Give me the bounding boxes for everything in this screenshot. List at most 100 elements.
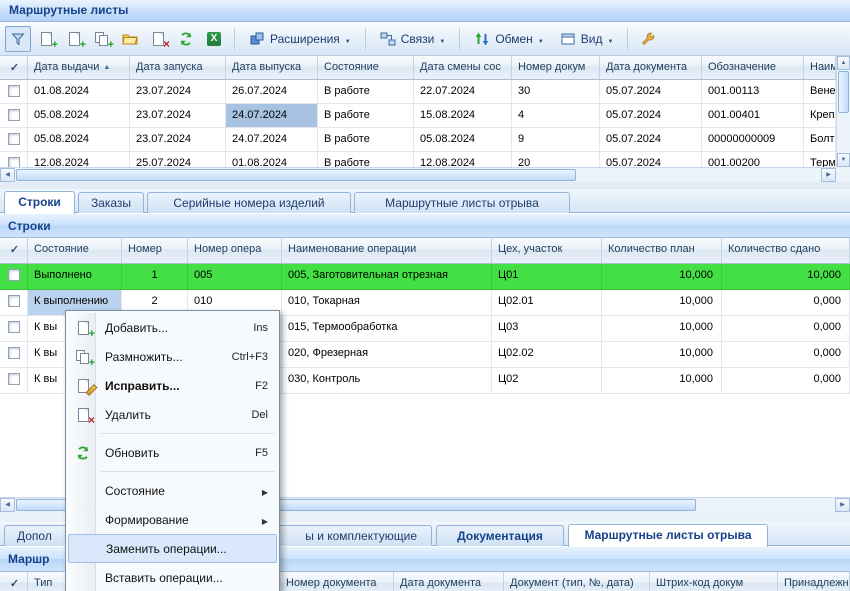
row-checkbox[interactable] [8,133,20,145]
column-header-doc-date[interactable]: Дата документа [600,56,702,80]
extensions-icon [249,31,265,47]
scroll-down-icon[interactable] [837,153,850,167]
menu-separator [101,433,274,434]
open-document-button[interactable] [117,26,143,52]
row-checkbox[interactable] [8,295,20,307]
filter-button[interactable] [5,26,31,52]
column-header-launch-date[interactable]: Дата запуска [130,56,226,80]
edit-document-icon [75,378,91,394]
add-document-icon [38,31,54,47]
exchange-menu-button[interactable]: Обмен [467,27,550,51]
tab-lines[interactable]: Строки [4,191,75,214]
view-icon [560,31,576,47]
column-header-belonging[interactable]: Принадлежн [778,572,850,591]
menu-item-delete[interactable]: Удалить Del [68,400,277,429]
selected-cell[interactable]: 24.07.2024 [226,104,318,128]
view-menu-label: Вид [581,32,603,46]
sort-asc-icon [99,61,110,73]
scroll-left-icon[interactable] [0,168,15,182]
links-menu-button[interactable]: Связи [373,27,453,51]
add-document-icon [75,320,91,336]
column-header-designation[interactable]: Обозначение [702,56,804,80]
check-column-header[interactable] [0,238,28,264]
tab-tear-off-route-sheets-bottom[interactable]: Маршрутные листы отрыва [568,524,768,547]
table-row-done[interactable]: Выполнено 1 005 005, Заготовительная отр… [0,264,850,290]
column-header-operation-number[interactable]: Номер опера [188,238,282,264]
extensions-menu-button[interactable]: Расширения [242,27,358,51]
row-checkbox[interactable] [8,321,20,333]
column-header-state[interactable]: Состояние [318,56,414,80]
menu-item-insert-operations[interactable]: Вставить операции... [68,563,277,591]
menu-item-edit[interactable]: Исправить... F2 [68,371,277,400]
column-header-operation-name[interactable]: Наименование операции [282,238,492,264]
column-header-state-change-date[interactable]: Дата смены сос [414,56,512,80]
column-header-doc-number[interactable]: Номер документа [280,572,394,591]
vertical-scrollbar[interactable] [836,56,850,167]
settings-button[interactable] [635,26,661,52]
row-checkbox[interactable] [8,373,20,385]
column-header-document[interactable]: Документ (тип, №, дата) [504,572,650,591]
scroll-right-icon[interactable] [835,498,850,512]
lines-grid-header: Состояние Номер Номер опера Наименование… [0,238,850,264]
scroll-left-icon[interactable] [0,498,15,512]
refresh-icon [75,445,91,461]
column-header-shop[interactable]: Цех, участок [492,238,602,264]
view-menu-button[interactable]: Вид [553,27,621,51]
add-based-on-button[interactable] [61,26,87,52]
add-based-on-icon [66,31,82,47]
window-title: Маршрутные листы [0,0,850,22]
check-column-header[interactable] [0,572,28,591]
menu-item-add[interactable]: Добавить... Ins [68,313,277,342]
context-menu: Добавить... Ins Размножить... Ctrl+F3 Ис… [65,310,280,591]
menu-item-replace-operations[interactable]: Заменить операции... [68,534,277,563]
tab-tear-off-route-sheets[interactable]: Маршрутные листы отрыва [354,192,570,213]
column-header-release-date[interactable]: Дата выпуска [226,56,318,80]
horizontal-scrollbar[interactable] [0,167,836,182]
row-checkbox[interactable] [8,347,20,359]
menu-item-duplicate[interactable]: Размножить... Ctrl+F3 [68,342,277,371]
column-header-doc-number[interactable]: Номер докум [512,56,600,80]
check-column-header[interactable] [0,56,28,80]
refresh-button[interactable] [173,26,199,52]
menu-item-state[interactable]: Состояние [68,476,277,505]
table-row[interactable]: 12.08.2024 25.07.2024 01.08.2024 В работ… [0,152,836,167]
hscroll-thumb[interactable] [16,169,576,181]
column-header-barcode[interactable]: Штрих-код докум [650,572,778,591]
splitter[interactable] [0,182,850,189]
export-excel-button[interactable]: X [201,26,227,52]
submenu-arrow-icon [262,484,268,498]
refresh-icon [178,31,194,47]
column-header-name[interactable]: Наимен [804,56,836,80]
row-checkbox[interactable] [8,269,20,281]
dropdown-caret-icon [345,32,351,46]
column-header-number[interactable]: Номер [122,238,188,264]
check-column-icon [10,578,19,590]
column-header-qty-done[interactable]: Количество сдано [722,238,850,264]
vscroll-thumb[interactable] [838,71,849,113]
route-sheets-grid-header: Дата выдачи Дата запуска Дата выпуска Со… [0,56,836,80]
table-row[interactable]: 05.08.2024 23.07.2024 24.07.2024 В работ… [0,104,836,128]
wrench-icon [640,31,656,47]
row-checkbox[interactable] [8,85,20,97]
tab-orders[interactable]: Заказы [78,192,144,213]
table-row[interactable]: 01.08.2024 23.07.2024 26.07.2024 В работ… [0,80,836,104]
row-checkbox[interactable] [8,109,20,121]
scroll-up-icon[interactable] [837,56,850,70]
menu-item-refresh[interactable]: Обновить F5 [68,438,277,467]
column-header-doc-date[interactable]: Дата документа [394,572,504,591]
column-header-state[interactable]: Состояние [28,238,122,264]
detail-tab-bar: Строки Заказы Серийные номера изделий Ма… [0,189,850,213]
filter-icon [10,31,26,47]
column-header-issue-date[interactable]: Дата выдачи [28,56,130,80]
add-document-button[interactable] [33,26,59,52]
toolbar-separator [234,28,235,50]
table-row[interactable]: 05.08.2024 23.07.2024 24.07.2024 В работ… [0,128,836,152]
scroll-right-icon[interactable] [821,168,836,182]
menu-item-formation[interactable]: Формирование [68,505,277,534]
delete-document-button[interactable] [145,26,171,52]
tab-serial-numbers[interactable]: Серийные номера изделий [147,192,351,213]
tab-documentation[interactable]: Документация [436,525,564,546]
duplicate-document-button[interactable] [89,26,115,52]
row-checkbox[interactable] [8,157,20,167]
column-header-qty-plan[interactable]: Количество план [602,238,722,264]
